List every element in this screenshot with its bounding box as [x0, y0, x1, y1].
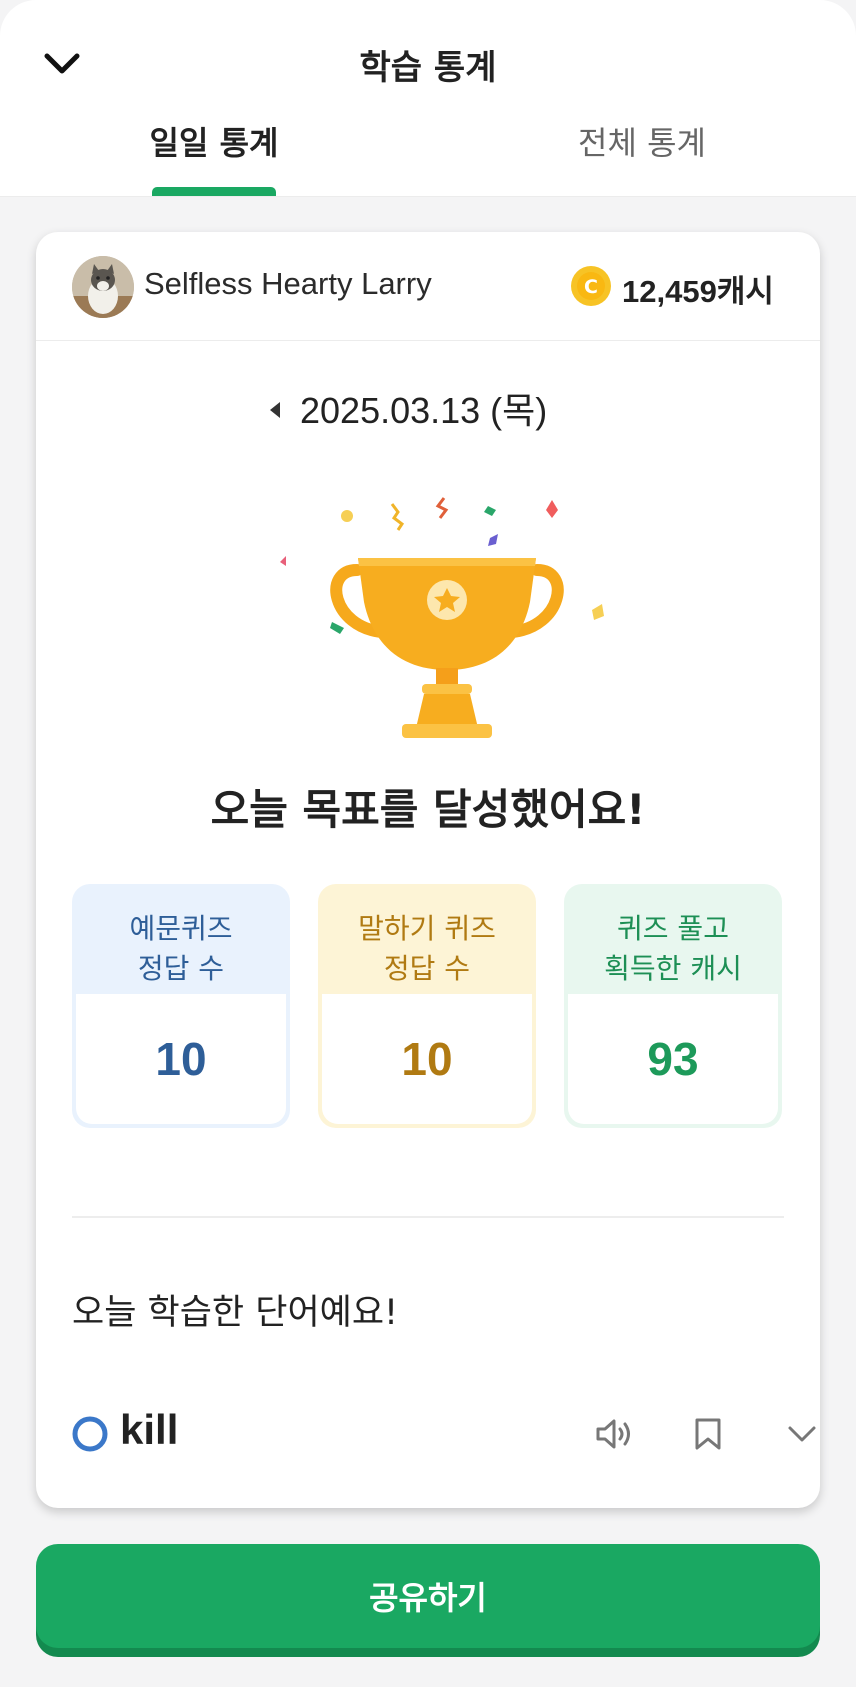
bookmark-button[interactable] [684, 1410, 732, 1458]
speaker-button[interactable] [590, 1410, 638, 1458]
stat-label-line1: 예문퀴즈 [129, 912, 233, 945]
coin-icon: C [571, 266, 611, 306]
stat-label-line2: 정답 수 [137, 952, 225, 985]
stat-value: 10 [322, 994, 532, 1124]
chevron-down-icon [788, 1426, 816, 1442]
current-date: 2025.03.13 (목) [300, 390, 548, 431]
divider [72, 1216, 784, 1218]
stat-label-line1: 퀴즈 풀고 [617, 912, 729, 945]
expand-button[interactable] [778, 1410, 826, 1458]
svg-text:C: C [584, 276, 598, 298]
username: Selfless Hearty Larry [144, 266, 432, 301]
previous-date-button[interactable] [260, 390, 290, 430]
word-text: kill [120, 1406, 179, 1453]
share-button[interactable]: 공유하기 [36, 1544, 820, 1648]
top-bar: 학습 통계 일일 통계 전체 통계 [0, 0, 856, 197]
trophy-icon [280, 497, 604, 738]
stat-label-line1: 말하기 퀴즈 [358, 912, 496, 945]
cash-balance: 12,459캐시 [622, 274, 774, 309]
daily-stats-card: Selfless Hearty Larry C 12,459캐시 2025.03… [36, 232, 820, 1508]
learned-words-title: 오늘 학습한 단어예요! [72, 1293, 399, 1333]
speaker-icon [596, 1419, 630, 1449]
tab-total-stats[interactable]: 전체 통계 [512, 118, 772, 164]
user-info-row: Selfless Hearty Larry C 12,459캐시 [36, 232, 820, 341]
stat-label-line2: 정답 수 [383, 952, 471, 985]
page-title: 학습 통계 [359, 48, 497, 88]
stat-value: 10 [76, 994, 286, 1124]
goal-achieved-message: 오늘 목표를 달성했어요! [210, 785, 646, 834]
stat-card-example-quiz: 예문퀴즈정답 수 10 [72, 884, 290, 1128]
caret-left-icon [270, 402, 280, 418]
bookmark-icon [695, 1418, 721, 1450]
list-item: kill [72, 1400, 816, 1470]
circle-correct-icon [72, 1416, 108, 1452]
stat-value: 93 [568, 994, 778, 1124]
tab-daily-stats[interactable]: 일일 통계 [84, 118, 344, 164]
avatar [72, 256, 134, 318]
stat-card-speaking-quiz: 말하기 퀴즈정답 수 10 [318, 884, 536, 1128]
stat-label-line2: 획득한 캐시 [604, 952, 742, 985]
stat-card-earned-cash: 퀴즈 풀고획득한 캐시 93 [564, 884, 782, 1128]
active-tab-indicator [152, 187, 276, 196]
